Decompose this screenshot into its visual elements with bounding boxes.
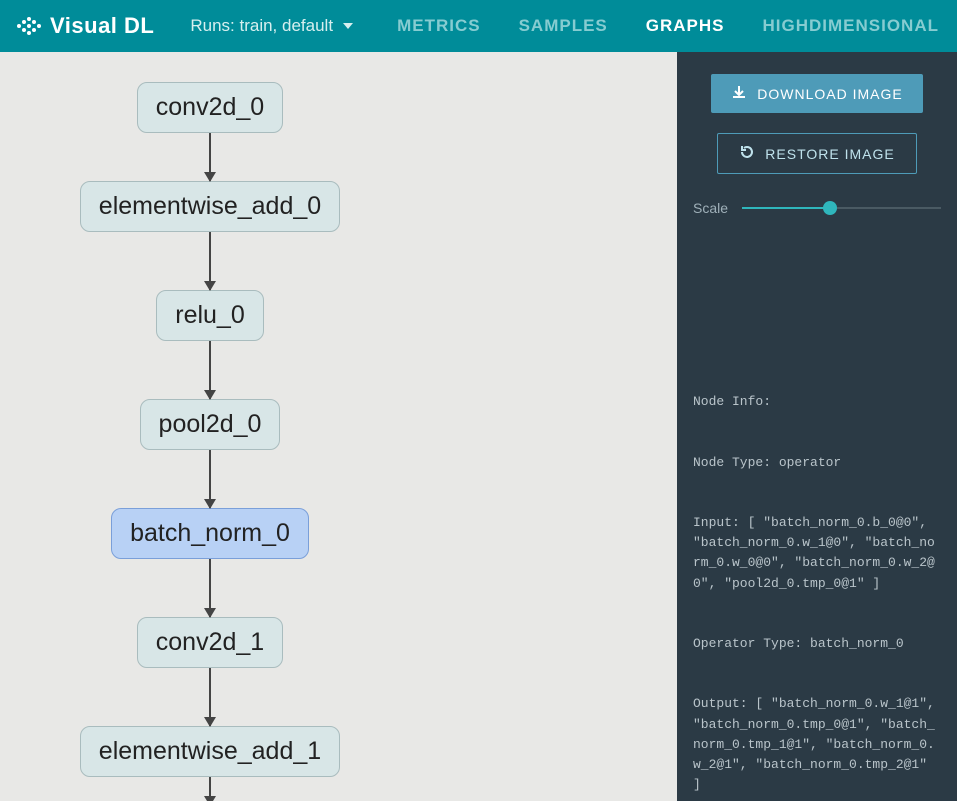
- graph-edge: [209, 133, 211, 181]
- graph-edge: [209, 668, 211, 726]
- node-info-line: Node Info:: [693, 392, 941, 412]
- graph-node-elementwise_add_1[interactable]: elementwise_add_1: [80, 726, 340, 777]
- graph-edge: [209, 559, 211, 617]
- nav-tabs: METRICS SAMPLES GRAPHS HIGHDIMENSIONAL: [397, 16, 949, 36]
- runs-label: Runs: train, default: [190, 16, 333, 36]
- graph-node-pool2d_0[interactable]: pool2d_0: [140, 399, 281, 450]
- graph-node-batch_norm_0[interactable]: batch_norm_0: [111, 508, 309, 559]
- tab-metrics[interactable]: METRICS: [397, 16, 481, 36]
- graph-node-relu_0[interactable]: relu_0: [156, 290, 264, 341]
- graph-column: conv2d_0 elementwise_add_0 relu_0 pool2d…: [0, 82, 420, 801]
- graph-canvas[interactable]: conv2d_0 elementwise_add_0 relu_0 pool2d…: [0, 52, 677, 801]
- graph-node-conv2d_0[interactable]: conv2d_0: [137, 82, 283, 133]
- chevron-down-icon: [343, 23, 353, 29]
- graph-edge: [209, 341, 211, 399]
- side-panel: DOWNLOAD IMAGE RESTORE IMAGE Scale Node …: [677, 52, 957, 801]
- tab-highdimensional[interactable]: HIGHDIMENSIONAL: [763, 16, 940, 36]
- node-info-line: Operator Type: batch_norm_0: [693, 634, 941, 654]
- scale-slider[interactable]: [742, 198, 941, 218]
- graph-edge: [209, 232, 211, 290]
- download-image-button[interactable]: DOWNLOAD IMAGE: [711, 74, 922, 113]
- node-info-block: Node Info: Node Type: operator Input: [ …: [693, 352, 941, 801]
- download-image-label: DOWNLOAD IMAGE: [757, 86, 902, 102]
- brand-glyph-icon: [16, 16, 42, 36]
- node-info-line: Node Type: operator: [693, 453, 941, 473]
- restore-image-button[interactable]: RESTORE IMAGE: [717, 133, 917, 174]
- node-info-line: Input: [ "batch_norm_0.b_0@0", "batch_no…: [693, 513, 941, 594]
- top-bar: Visual DL Runs: train, default METRICS S…: [0, 0, 957, 52]
- tab-graphs[interactable]: GRAPHS: [646, 16, 725, 36]
- tab-samples[interactable]: SAMPLES: [519, 16, 608, 36]
- node-info-line: Output: [ "batch_norm_0.w_1@1", "batch_n…: [693, 694, 941, 795]
- restore-image-label: RESTORE IMAGE: [765, 146, 894, 162]
- slider-track-filled: [742, 207, 830, 209]
- graph-edge: [209, 450, 211, 508]
- scale-row: Scale: [693, 198, 941, 218]
- graph-edge: [209, 777, 211, 801]
- brand-text: Visual DL: [50, 13, 154, 39]
- graph-node-conv2d_1[interactable]: conv2d_1: [137, 617, 283, 668]
- brand-logo: Visual DL: [8, 13, 162, 39]
- restore-icon: [739, 144, 755, 163]
- graph-node-elementwise_add_0[interactable]: elementwise_add_0: [80, 181, 340, 232]
- runs-selector[interactable]: Runs: train, default: [190, 16, 353, 36]
- slider-thumb[interactable]: [823, 201, 837, 215]
- scale-label: Scale: [693, 200, 728, 216]
- main-area: conv2d_0 elementwise_add_0 relu_0 pool2d…: [0, 52, 957, 801]
- download-icon: [731, 84, 747, 103]
